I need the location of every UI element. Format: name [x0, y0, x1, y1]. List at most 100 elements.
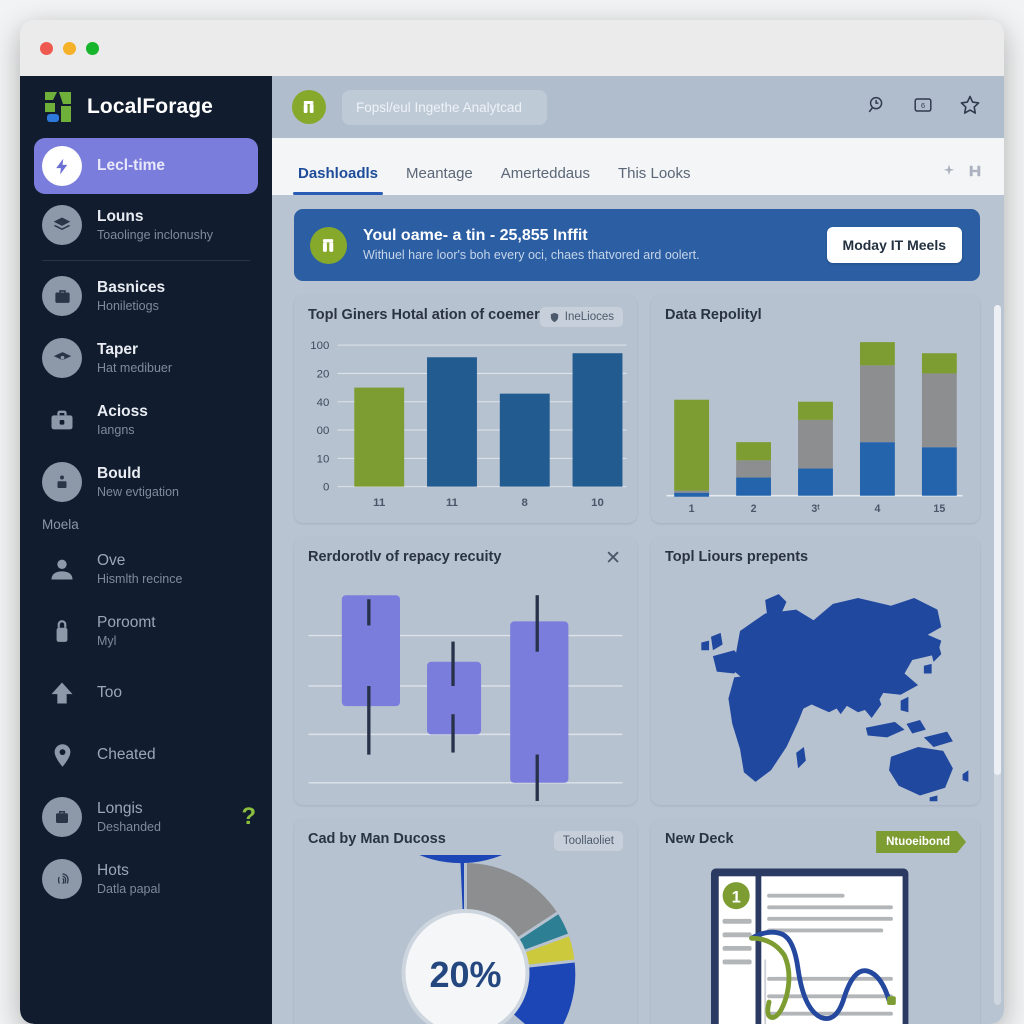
sidebar-group-label: Moela	[42, 517, 79, 532]
minimize-window-button[interactable]	[63, 41, 76, 55]
topbar-icon-group: 6	[866, 93, 982, 122]
sidebar-item-ove[interactable]: Ove Hismlth recince	[20, 538, 272, 600]
app-topbar: Fopsl/eul Ingethe Analytcad 6	[272, 76, 1004, 138]
bolt-icon	[42, 146, 82, 186]
sidebar-item-taper[interactable]: Taper Hat medibuer	[20, 327, 272, 389]
card-badge-label: Toollaoliet	[562, 835, 614, 847]
card-stacked-bar-chart: Data Repolityl 1 2 3ᵗ 4 15	[651, 295, 980, 523]
columns-icon[interactable]	[968, 164, 982, 183]
tab-amerteddaus[interactable]: Amerteddaus	[487, 165, 604, 195]
sidebar-item-label: Cheated	[97, 746, 156, 764]
sidebar-item-basnices[interactable]: Basnices Honiletiogs	[20, 265, 272, 327]
svg-text:00: 00	[317, 425, 330, 437]
banner-logo-icon	[310, 226, 347, 264]
svg-text:0: 0	[323, 482, 329, 494]
close-icon[interactable]: ✕	[603, 549, 623, 568]
graduation-icon	[42, 338, 82, 378]
podium-icon	[42, 462, 82, 502]
card-doc-preview: New Deck Ntuoeibond 1	[651, 819, 980, 1024]
sidebar-item-sublabel: Honiletiogs	[97, 298, 159, 313]
svg-text:4: 4	[874, 503, 880, 515]
banner-action-button[interactable]: Moday IT Meels	[826, 227, 962, 263]
zoom-window-button[interactable]	[86, 41, 99, 55]
sidebar-item-louns[interactable]: Louns Toaolinge inclonushy	[20, 194, 272, 256]
sidebar-item-sublabel: Myl	[97, 633, 117, 648]
banner-subtitle: Withuel hare loor's boh every oci, chaes…	[363, 248, 700, 263]
bag-icon	[42, 797, 82, 837]
card-badge[interactable]: Toollaoliet	[553, 831, 623, 851]
svg-text:40: 40	[317, 397, 330, 409]
stacked-bar-plot: 1 2 3ᵗ 4 15	[651, 331, 980, 523]
main-area: Fopsl/eul Ingethe Analytcad 6 Dashloadls…	[272, 76, 1004, 1024]
sidebar: LocalForage Lecl-time Louns Toaolinge in…	[20, 76, 272, 1024]
sidebar-item-sublabel: Datla papal	[97, 881, 161, 896]
sidebar-item-label: Longis	[97, 800, 143, 818]
tab-bar: Dashloadls Meantage Amerteddaus This Loo…	[272, 138, 1004, 195]
sidebar-item-hots[interactable]: Hots Datla papal	[20, 848, 272, 910]
close-window-button[interactable]	[40, 41, 53, 55]
search-icon[interactable]	[866, 94, 888, 121]
svg-text:10: 10	[317, 453, 330, 465]
sidebar-item-cheated[interactable]: Cheated	[20, 724, 272, 786]
card-donut-chart: Cad by Man Ducoss Toollaoliet 20%	[294, 819, 637, 1024]
card-grid: Topl Giners Hotal ation of coemer IneLio…	[294, 295, 980, 1024]
square-box-icon[interactable]: 6	[912, 94, 934, 121]
toolbox-icon	[42, 400, 82, 440]
page-number: 1	[732, 888, 741, 906]
search-input[interactable]: Fopsl/eul Ingethe Analytcad	[342, 89, 547, 125]
donut-chart: 20%	[294, 855, 637, 1024]
sidebar-item-sublabel: Deshanded	[97, 819, 161, 834]
app-window: LocalForage Lecl-time Louns Toaolinge in…	[20, 20, 1004, 1024]
sidebar-item-label: Ove	[97, 552, 126, 570]
sidebar-item-sublabel: Hismlth recince	[97, 571, 183, 586]
sidebar-item-sublabel: New evtigation	[97, 484, 179, 499]
lock-icon	[42, 611, 82, 651]
bar-chart-plot: 100 20 40 00 10 0 11 11 8 10	[294, 331, 637, 523]
content-scrollbar[interactable]	[994, 305, 1001, 1005]
fingerprint-icon	[42, 859, 82, 899]
donut-center-label: 20%	[429, 954, 501, 995]
window-titlebar	[20, 20, 1004, 76]
svg-text:10: 10	[591, 497, 604, 509]
sidebar-item-label: Basnices	[97, 279, 166, 297]
sparkle-icon[interactable]	[942, 164, 956, 183]
sidebar-item-label: Hots	[97, 862, 129, 880]
svg-text:6: 6	[921, 101, 925, 110]
sidebar-item-label: Poroomt	[97, 614, 156, 632]
sidebar-item-acioss[interactable]: Acioss Iangns	[20, 389, 272, 451]
box-plot	[294, 573, 637, 805]
brand-name: LocalForage	[87, 95, 213, 118]
sidebar-item-lecl-time[interactable]: Lecl-time	[34, 138, 258, 194]
briefcase-icon	[42, 276, 82, 316]
world-map	[651, 573, 980, 805]
card-box-plot: Rerdorotlv of repacy recuity ✕	[294, 537, 637, 805]
card-bar-chart: Topl Giners Hotal ation of coemer IneLio…	[294, 295, 637, 523]
app-logo-icon	[292, 90, 326, 124]
promo-banner: Youl oame- a tin - 25,855 Inffit Withuel…	[294, 209, 980, 281]
banner-title: Youl oame- a tin - 25,855 Inffit	[363, 227, 588, 245]
card-badge[interactable]: IneLioces	[539, 307, 623, 327]
brand: LocalForage	[20, 76, 272, 138]
sidebar-item-longis[interactable]: Longis Deshanded ?	[20, 786, 272, 848]
card-title: Topl Giners Hotal ation of coemer	[308, 307, 540, 323]
card-title: Data Repolityl	[665, 307, 762, 323]
sidebar-item-too[interactable]: Too	[20, 662, 272, 724]
sidebar-item-label: Too	[97, 684, 122, 702]
help-badge[interactable]: ?	[241, 805, 256, 829]
window-body: LocalForage Lecl-time Louns Toaolinge in…	[20, 76, 1004, 1024]
doc-preview-graphic: 1	[651, 855, 980, 1024]
card-title: New Deck	[665, 831, 734, 847]
svg-text:2: 2	[751, 503, 757, 515]
sidebar-item-label: Taper	[97, 341, 139, 359]
sidebar-item-poroomt[interactable]: Poroomt Myl	[20, 600, 272, 662]
tab-this-looks[interactable]: This Looks	[604, 165, 705, 195]
tab-meantage[interactable]: Meantage	[392, 165, 487, 195]
tab-dashloadls[interactable]: Dashloadls	[284, 165, 392, 195]
sidebar-item-bould[interactable]: Bould New evtigation	[20, 451, 272, 513]
card-world-map: Topl Liours prepents	[651, 537, 980, 805]
svg-text:11: 11	[446, 497, 458, 509]
scrollbar-thumb[interactable]	[994, 305, 1001, 775]
sidebar-item-label: Acioss	[97, 403, 148, 421]
star-icon[interactable]	[958, 93, 982, 122]
sidebar-item-sublabel: Toaolinge inclonushy	[97, 227, 214, 242]
